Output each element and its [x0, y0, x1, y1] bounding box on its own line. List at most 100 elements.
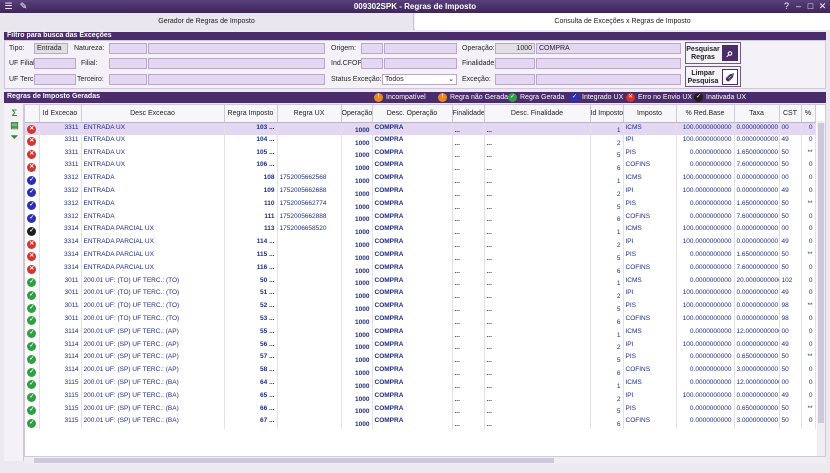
table-row[interactable]: ✓ 3115 200.01 UF: (SP) UF TERC.: (BA) 65 ..…: [25, 390, 816, 404]
col-taxa[interactable]: Taxa: [734, 105, 780, 123]
tab-consulta[interactable]: Consulta de Exceções x Regras de Imposto: [415, 13, 830, 30]
operacao-desc-field[interactable]: COMPRA: [536, 43, 681, 54]
table-row[interactable]: ✓ 3115 200.01 UF: (SP) UF TERC.: (BA) 67 ..…: [25, 416, 816, 430]
col-desc-operacao[interactable]: Desc. Operação: [372, 105, 453, 123]
cell-cst: 98: [779, 301, 802, 314]
col-cst[interactable]: CST: [779, 105, 802, 123]
cell-red-base: 100.0000000000: [676, 301, 735, 314]
col-imposto[interactable]: Imposto: [623, 105, 677, 123]
uf-terc-field[interactable]: [34, 74, 76, 85]
finalidade-code-field[interactable]: [495, 58, 535, 69]
horizontal-scrollbar[interactable]: [24, 456, 826, 464]
close-icon[interactable]: ✕: [817, 1, 828, 12]
table-row[interactable]: ✓ 3011 200.01 UF: (TO) UF TERC.: (TO) 50 ..…: [25, 275, 816, 289]
table-row[interactable]: ✓ 3114 200.01 UF: (SP) UF TERC.: (AP) 58 ..…: [25, 365, 816, 378]
status-excecao-select[interactable]: Todos ⌄: [382, 74, 457, 85]
table-row[interactable]: ✓ 3312 ENTRADA 109 1752005662688 1000 COMPRA..…: [25, 185, 816, 199]
table-row[interactable]: ✓ 3011 200.01 UF: (TO) UF TERC.: (TO) 53 ..…: [25, 313, 816, 327]
origem-desc-field[interactable]: [384, 43, 457, 54]
cell-pct: 0: [801, 160, 816, 174]
cell-pct: 0: [801, 275, 816, 289]
filial-code-field[interactable]: [109, 58, 147, 69]
table-row[interactable]: ✓ 3115 200.01 UF: (SP) UF TERC.: (BA) 66 ..…: [25, 403, 816, 417]
cell-imposto: ICMS: [623, 224, 677, 238]
natureza-desc-field[interactable]: [148, 43, 325, 54]
col-operacao[interactable]: Operação: [341, 105, 373, 123]
cell-desc-operacao: COMPRA: [372, 237, 453, 250]
cell-regra-imposto: 111: [224, 211, 278, 225]
ind-cfop-desc-field[interactable]: [384, 58, 457, 69]
cell-pct: 0: [801, 313, 816, 327]
col-status[interactable]: [25, 105, 40, 123]
table-row[interactable]: ✓ 3115 200.01 UF: (SP) UF TERC.: (BA) 64 ..…: [25, 377, 816, 391]
cell-status: ✓: [25, 313, 40, 327]
horizontal-scroll-thumb[interactable]: [34, 458, 554, 463]
table-row[interactable]: ✕ 3314 ENTRADA PARCIAL UX 115 ... 1000 COMPRA…: [25, 249, 816, 263]
cell-finalidade: ...: [452, 288, 485, 302]
cell-id-excecao: 3312: [39, 173, 82, 186]
table-row[interactable]: ✓ 3114 200.01 UF: (SP) UF TERC.: (AP) 57 ..…: [25, 352, 816, 366]
cell-regra-ux: [277, 313, 342, 327]
sum-icon[interactable]: Σ: [9, 108, 20, 119]
table-row[interactable]: ✓ 3011 200.01 UF: (TO) UF TERC.: (TO) 52 ..…: [25, 301, 816, 314]
cell-id-imposto: 1: [590, 275, 624, 289]
col-pct[interactable]: %: [801, 105, 816, 123]
cell-id-excecao: 3314: [39, 237, 82, 250]
filter-icon[interactable]: ⏷: [9, 132, 20, 143]
cell-red-base: 100.0000000000: [676, 173, 735, 186]
cell-finalidade: ...: [452, 403, 485, 417]
table-row[interactable]: ✓ 3114 200.01 UF: (SP) UF TERC.: (AP) 55 ..…: [25, 326, 816, 340]
filial-desc-field[interactable]: [148, 58, 325, 69]
table-row[interactable]: ✓ 3114 200.01 UF: (SP) UF TERC.: (AP) 56 ..…: [25, 339, 816, 353]
minimize-icon[interactable]: –: [793, 1, 804, 12]
cell-desc-excecao: 200.01 UF: (TO) UF TERC.: (TO): [81, 301, 225, 314]
tipo-field[interactable]: Entrada: [34, 43, 68, 54]
cell-desc-excecao: ENTRADA UX: [81, 160, 225, 174]
pesquisar-regras-button[interactable]: Pesquisar Regras ⌕: [685, 42, 741, 64]
limpar-pesquisa-button[interactable]: Limpar Pesquisa ✐: [685, 66, 741, 87]
col-regra-imposto[interactable]: Regra Imposto: [224, 105, 278, 123]
excecao-code-field[interactable]: [495, 74, 535, 85]
table-row[interactable]: ✓ 3314 ENTRADA PARCIAL UX 113 1752006658520 1…: [25, 224, 816, 238]
tab-gerador[interactable]: Gerador de Regras de Imposto: [0, 13, 414, 30]
col-id-imposto[interactable]: Id Imposto: [590, 105, 624, 123]
table-row[interactable]: ✕ 3311 ENTRADA UX 106 ... 1000 COMPRA...... 6 C…: [25, 160, 816, 174]
table-row[interactable]: ✕ 3314 ENTRADA PARCIAL UX 114 ... 1000 COMPRA…: [25, 237, 816, 250]
col-regra-ux[interactable]: Regra UX: [277, 105, 342, 123]
vertical-scrollbar[interactable]: [817, 121, 825, 456]
cell-desc-finalidade: ...: [484, 173, 591, 186]
col-finalidade[interactable]: Finalidade: [452, 105, 485, 123]
operacao-code-field[interactable]: 1000: [495, 43, 535, 54]
cell-id-imposto: 6: [590, 160, 624, 174]
table-row[interactable]: ✓ 3312 ENTRADA 108 1752005662568 1000 COMPRA..…: [25, 173, 816, 186]
finalidade-desc-field[interactable]: [536, 58, 681, 69]
table-row[interactable]: ✓ 3312 ENTRADA 110 1752005662774 1000 COMPRA..…: [25, 198, 816, 212]
cell-finalidade: ...: [452, 134, 485, 148]
help-icon[interactable]: ?: [781, 1, 792, 12]
col-desc-excecao[interactable]: Desc Excecao: [81, 105, 225, 123]
cell-id-excecao: 3314: [39, 262, 82, 276]
terceiro-desc-field[interactable]: [148, 74, 325, 85]
cell-cst: 49: [779, 185, 802, 199]
table-header: Id Excecao Desc Excecao Regra Imposto Re…: [25, 105, 816, 123]
terceiro-code-field[interactable]: [109, 74, 147, 85]
uf-filial-field[interactable]: [34, 58, 76, 69]
vertical-scroll-thumb[interactable]: [818, 123, 824, 423]
natureza-code-field[interactable]: [109, 43, 147, 54]
export-icon[interactable]: ▤: [9, 120, 20, 131]
window-title: 009302SPK - Regras de Imposto: [353, 2, 477, 11]
col-id-excecao[interactable]: Id Excecao: [39, 105, 82, 123]
table-row[interactable]: ✕ 3311 ENTRADA UX 103 ... 1000 COMPRA...... 1 I…: [25, 122, 816, 135]
table-row[interactable]: ✕ 3314 ENTRADA PARCIAL UX 116 ... 1000 COMPRA…: [25, 262, 816, 276]
tab-bar: Gerador de Regras de Imposto Consulta de…: [0, 13, 830, 30]
col-desc-finalidade[interactable]: Desc. Finalidade: [484, 105, 591, 123]
table-row[interactable]: ✓ 3011 200.01 UF: (TO) UF TERC.: (TO) 51 ..…: [25, 288, 816, 302]
col-red-base[interactable]: % Red.Base: [676, 105, 735, 123]
origem-code-field[interactable]: [361, 43, 383, 54]
table-row[interactable]: ✕ 3311 ENTRADA UX 104 ... 1000 COMPRA...... 2 I…: [25, 134, 816, 148]
excecao-desc-field[interactable]: [536, 74, 681, 85]
maximize-icon[interactable]: □: [805, 1, 816, 12]
table-row[interactable]: ✓ 3312 ENTRADA 111 1752005662888 1000 COMPRA..…: [25, 211, 816, 225]
ind-cfop-code-field[interactable]: [361, 58, 383, 69]
table-row[interactable]: ✕ 3311 ENTRADA UX 105 ... 1000 COMPRA...... 5 P…: [25, 147, 816, 161]
